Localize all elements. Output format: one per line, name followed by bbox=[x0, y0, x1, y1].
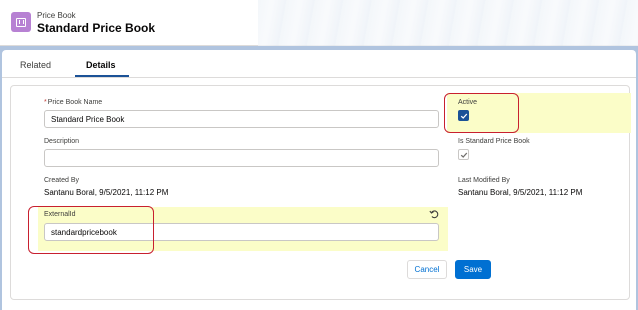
is-standard-label: Is Standard Price Book bbox=[458, 138, 530, 145]
last-modified-by-value: Santanu Boral, 9/5/2021, 11:12 PM bbox=[458, 188, 583, 197]
is-standard-checkbox bbox=[458, 149, 469, 160]
record-header: Price Book Standard Price Book bbox=[0, 0, 638, 46]
description-label: Description bbox=[44, 138, 80, 145]
tab-details[interactable]: Details bbox=[86, 60, 116, 74]
tab-related[interactable]: Related bbox=[20, 60, 51, 74]
description-input[interactable] bbox=[44, 149, 439, 167]
required-marker: * bbox=[44, 99, 47, 106]
header-background-pattern bbox=[258, 0, 638, 46]
edit-form: *Price Book Name Active Description Is S… bbox=[10, 85, 631, 300]
price-book-name-input[interactable] bbox=[44, 110, 439, 128]
record-title: Standard Price Book bbox=[37, 21, 156, 35]
price-book-icon bbox=[11, 12, 31, 32]
record-detail-card: Related Details *Price Book Name Active … bbox=[2, 50, 636, 310]
created-by-value: Santanu Boral, 9/5/2021, 11:12 PM bbox=[44, 188, 169, 197]
object-type-label: Price Book bbox=[37, 11, 76, 20]
annotation-box-externalid bbox=[28, 206, 154, 254]
undo-icon[interactable] bbox=[429, 209, 439, 219]
tabs-divider bbox=[2, 77, 636, 78]
created-by-label: Created By bbox=[44, 177, 80, 184]
cancel-button[interactable]: Cancel bbox=[407, 260, 447, 279]
price-book-name-label: *Price Book Name bbox=[44, 99, 103, 106]
last-modified-by-label: Last Modified By bbox=[458, 177, 510, 184]
annotation-box-active bbox=[444, 93, 519, 133]
save-button[interactable]: Save bbox=[455, 260, 491, 279]
checkmark-icon bbox=[460, 152, 467, 158]
